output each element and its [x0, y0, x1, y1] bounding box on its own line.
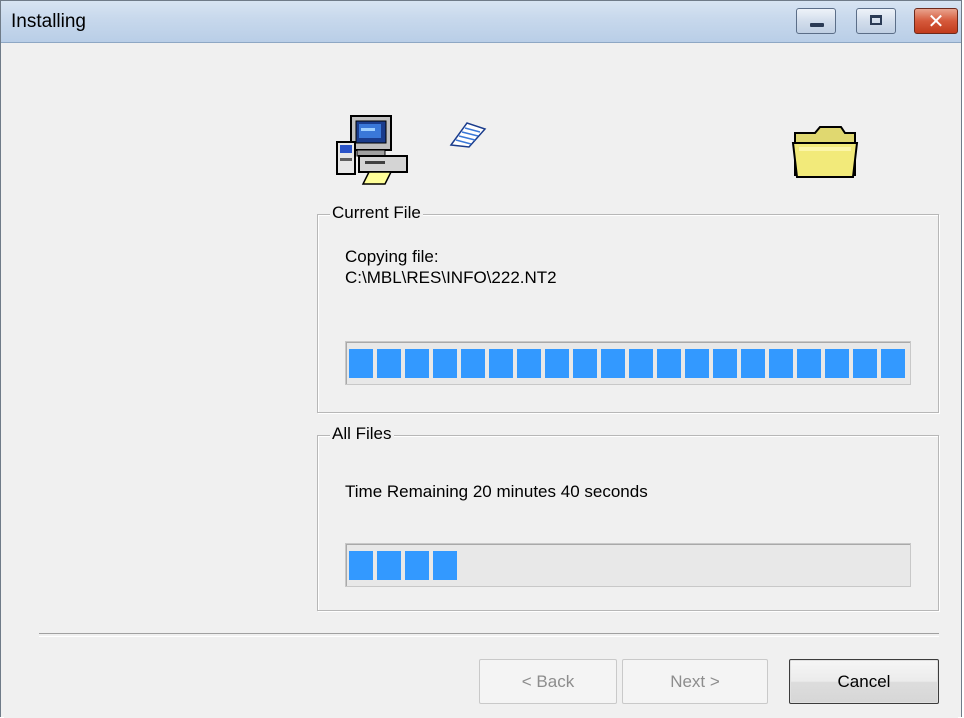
current-file-group: Current File Copying file: C:\MBL\RES\IN…: [317, 203, 939, 413]
progress-block: [629, 349, 653, 378]
title-bar[interactable]: Installing ✕: [1, 1, 961, 43]
maximize-icon: [870, 15, 882, 25]
progress-block: [433, 551, 457, 580]
close-button[interactable]: ✕: [914, 8, 958, 34]
progress-block: [713, 349, 737, 378]
progress-block: [405, 551, 429, 580]
current-file-legend: Current File: [330, 203, 423, 223]
progress-block: [853, 349, 877, 378]
copying-file-label: Copying file:: [345, 247, 439, 266]
next-button[interactable]: Next >: [622, 659, 768, 704]
current-file-progress-fill: [349, 349, 905, 378]
progress-block: [349, 349, 373, 378]
progress-block: [881, 349, 905, 378]
cancel-button[interactable]: Cancel: [789, 659, 939, 704]
progress-block: [769, 349, 793, 378]
close-icon: ✕: [927, 9, 945, 33]
progress-block: [377, 551, 401, 580]
progress-block: [377, 349, 401, 378]
progress-block: [685, 349, 709, 378]
progress-block: [405, 349, 429, 378]
setup-computer-icon: [336, 115, 408, 185]
all-files-legend: All Files: [330, 424, 394, 444]
progress-block: [825, 349, 849, 378]
button-separator: [39, 633, 939, 637]
installer-window: Installing ✕ Current File Copying file: …: [0, 0, 962, 718]
all-files-group: All Files Time Remaining 20 minutes 40 s…: [317, 424, 939, 611]
progress-block: [741, 349, 765, 378]
progress-block: [489, 349, 513, 378]
progress-block: [657, 349, 681, 378]
progress-block: [601, 349, 625, 378]
maximize-button[interactable]: [856, 8, 896, 34]
progress-block: [573, 349, 597, 378]
progress-block: [517, 349, 541, 378]
progress-block: [461, 349, 485, 378]
current-file-progress-bar: [345, 341, 911, 385]
progress-block: [545, 349, 569, 378]
time-remaining-text: Time Remaining 20 minutes 40 seconds: [345, 482, 648, 501]
current-file-path: C:\MBL\RES\INFO\222.NT2: [345, 268, 557, 287]
progress-block: [797, 349, 821, 378]
destination-folder-icon: [791, 126, 859, 178]
all-files-progress-bar: [345, 543, 911, 587]
progress-block: [433, 349, 457, 378]
minimize-button[interactable]: [796, 8, 836, 34]
all-files-progress-fill: [349, 551, 457, 580]
progress-block: [349, 551, 373, 580]
back-button[interactable]: < Back: [479, 659, 617, 704]
flying-paper-icon: [449, 122, 487, 148]
minimize-icon: [810, 23, 824, 27]
window-title: Installing: [11, 11, 86, 32]
